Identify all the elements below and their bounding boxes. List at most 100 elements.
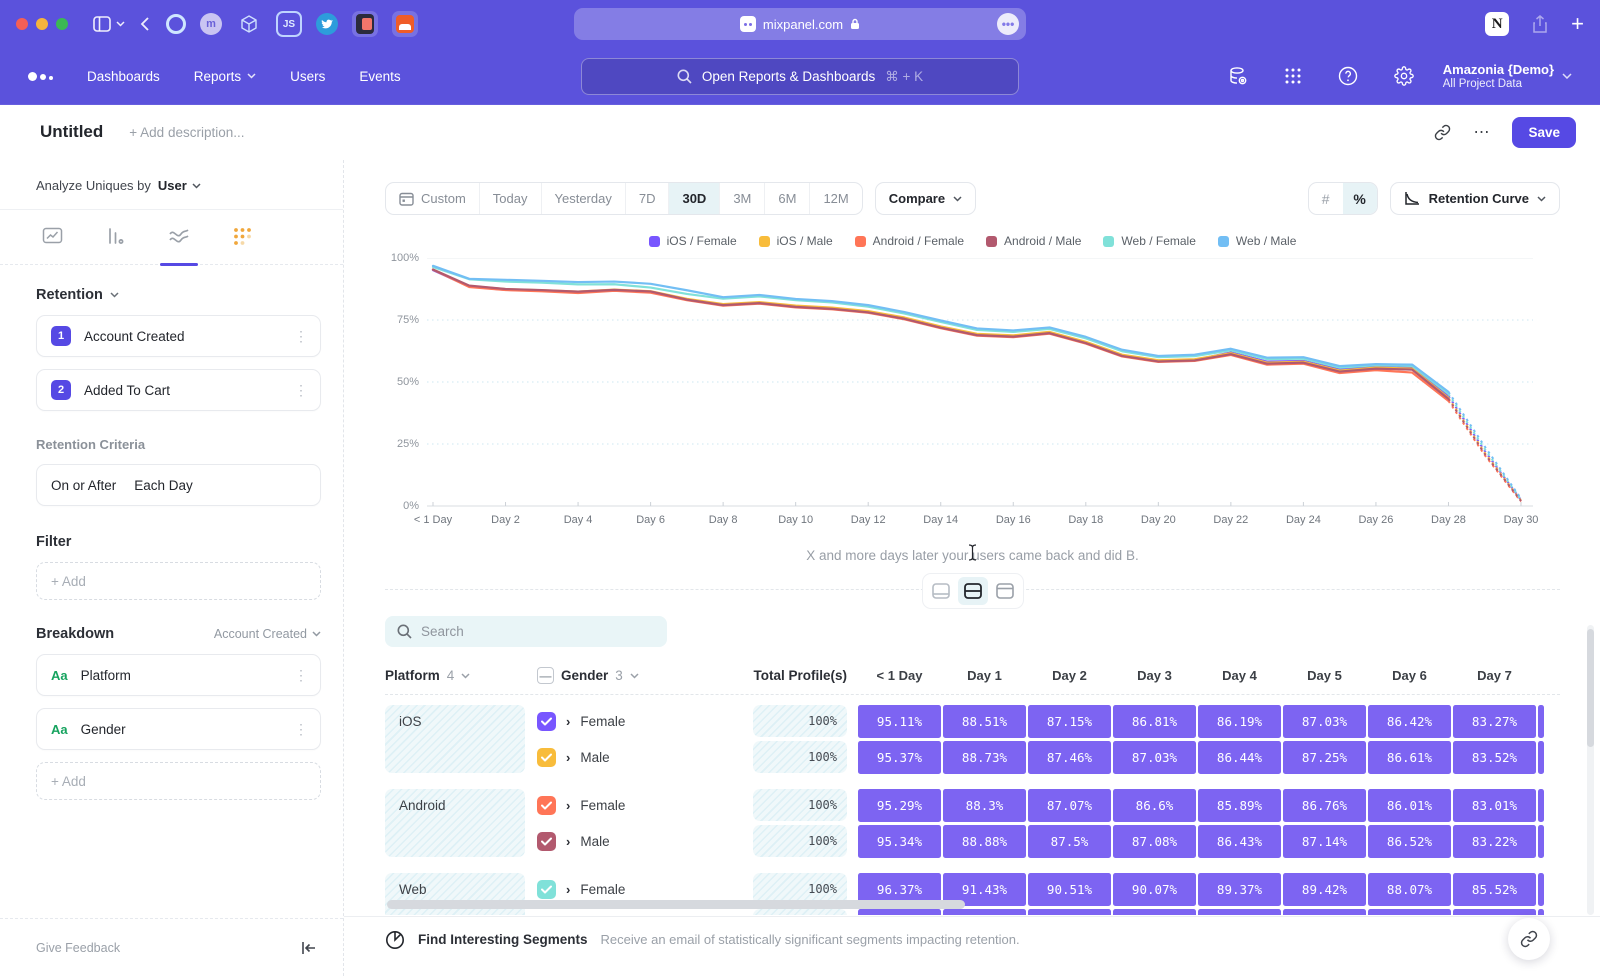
retention-value-cell[interactable]: 89.46%: [1283, 909, 1366, 916]
retention-value-cell[interactable]: 83.22%: [1453, 825, 1536, 858]
retention-value-cell[interactable]: 87.15%: [1028, 705, 1111, 738]
kebab-menu-icon[interactable]: ⋮: [294, 382, 308, 399]
collapse-sidebar-icon[interactable]: [301, 941, 317, 955]
gender-cell[interactable]: ›Male: [537, 739, 753, 775]
tab-funnels-icon[interactable]: [105, 226, 126, 252]
retention-value-cell[interactable]: 88.07%: [1368, 873, 1451, 906]
legend-item[interactable]: Web / Female: [1103, 234, 1195, 248]
settings-gear-icon[interactable]: [1394, 66, 1414, 86]
retention-value-cell[interactable]: 87.5%: [1028, 825, 1111, 858]
gender-cell[interactable]: ›Male: [537, 823, 753, 859]
gender-cell[interactable]: ›Female: [537, 703, 753, 739]
retention-value-cell[interactable]: 86.42%: [1368, 705, 1451, 738]
day-column-header[interactable]: Day 7: [1452, 668, 1537, 683]
kebab-menu-icon[interactable]: ⋮: [294, 721, 308, 738]
pinned-tab-bird-icon[interactable]: [316, 13, 338, 35]
minimize-window-button[interactable]: [36, 18, 48, 30]
platform-cell[interactable]: Android: [385, 789, 525, 857]
nav-link-events[interactable]: Events: [359, 69, 400, 84]
retention-value-cell[interactable]: 88.3%: [943, 789, 1026, 822]
retention-value-cell[interactable]: 87.14%: [1283, 825, 1366, 858]
day-column-header[interactable]: Day 1: [942, 668, 1027, 683]
retention-value-cell[interactable]: 85.67%: [1453, 909, 1536, 916]
breakdown-event-dropdown[interactable]: Account Created: [214, 627, 321, 641]
nav-link-reports[interactable]: Reports: [194, 69, 256, 84]
day-column-header[interactable]: Day 3: [1112, 668, 1197, 683]
address-bar[interactable]: mixpanel.com •••: [574, 8, 1026, 40]
kebab-menu-icon[interactable]: ⋮: [294, 328, 308, 345]
pinned-tab-m-icon[interactable]: m: [200, 13, 222, 35]
range-7d[interactable]: 7D: [626, 183, 670, 214]
retention-value-cell[interactable]: 96.84%: [858, 909, 941, 916]
retention-step-b[interactable]: 2 Added To Cart ⋮: [36, 369, 321, 411]
pinned-tab-cube-icon[interactable]: [236, 11, 262, 37]
series-checkbox[interactable]: [537, 796, 556, 815]
series-checkbox[interactable]: [537, 880, 556, 899]
close-window-button[interactable]: [16, 18, 28, 30]
breakdown-gender[interactable]: Aa Gender ⋮: [36, 708, 321, 750]
range-yesterday[interactable]: Yesterday: [542, 183, 626, 214]
retention-value-cell[interactable]: 87.08%: [1113, 825, 1196, 858]
layout-table-only-button[interactable]: [990, 577, 1020, 605]
unit-count-button[interactable]: #: [1309, 183, 1343, 214]
chevron-down-icon[interactable]: [116, 21, 125, 27]
retention-value-cell[interactable]: 87.46%: [1028, 741, 1111, 774]
sidebar-toggle-icon[interactable]: [93, 16, 111, 32]
pinned-tab-soundcloud-icon[interactable]: [392, 11, 418, 37]
report-title[interactable]: Untitled: [40, 122, 103, 142]
series-checkbox[interactable]: [537, 712, 556, 731]
retention-value-cell[interactable]: 91.41%: [943, 909, 1026, 916]
new-tab-icon[interactable]: +: [1571, 13, 1584, 35]
retention-value-cell[interactable]: 88.51%: [943, 705, 1026, 738]
zoom-window-button[interactable]: [56, 18, 68, 30]
day-column-header[interactable]: Day 5: [1282, 668, 1367, 683]
retention-value-cell[interactable]: 87.07%: [1028, 789, 1111, 822]
unit-percent-button[interactable]: %: [1343, 183, 1377, 214]
tab-retention-icon[interactable]: [232, 226, 253, 252]
back-icon[interactable]: [140, 17, 149, 31]
window-controls[interactable]: [16, 18, 68, 30]
retention-value-cell[interactable]: 86.81%: [1113, 705, 1196, 738]
platform-column-header[interactable]: Platform 4: [385, 668, 537, 683]
find-segments-title[interactable]: Find Interesting Segments: [418, 932, 588, 947]
compare-button[interactable]: Compare: [875, 182, 976, 215]
retention-value-cell[interactable]: 86.44%: [1198, 741, 1281, 774]
retention-criteria-card[interactable]: On or After Each Day: [36, 464, 321, 506]
retention-value-cell[interactable]: 90.01%: [1113, 909, 1196, 916]
range-6m[interactable]: 6M: [765, 183, 810, 214]
retention-value-cell[interactable]: 95.37%: [858, 741, 941, 774]
apps-grid-icon[interactable]: [1284, 67, 1302, 85]
give-feedback-link[interactable]: Give Feedback: [36, 941, 120, 955]
more-options-button[interactable]: ⋯: [1473, 122, 1490, 142]
retention-value-cell[interactable]: 87.03%: [1283, 705, 1366, 738]
retention-value-cell[interactable]: 86.19%: [1198, 705, 1281, 738]
retention-value-cell[interactable]: 86.6%: [1113, 789, 1196, 822]
expand-row-icon[interactable]: ›: [566, 798, 570, 813]
breakdown-platform[interactable]: Aa Platform ⋮: [36, 654, 321, 696]
platform-cell[interactable]: iOS: [385, 705, 525, 773]
kebab-menu-icon[interactable]: ⋮: [294, 667, 308, 684]
add-breakdown-button[interactable]: + Add: [36, 762, 321, 800]
range-today[interactable]: Today: [480, 183, 542, 214]
global-search-button[interactable]: Open Reports & Dashboards ⌘ + K: [581, 58, 1019, 95]
retention-value-cell[interactable]: 90.54%: [1028, 909, 1111, 916]
add-filter-button[interactable]: + Add: [36, 562, 321, 600]
mixpanel-logo-icon[interactable]: [28, 72, 53, 81]
retention-value-cell[interactable]: 95.11%: [858, 705, 941, 738]
layout-split-button[interactable]: [958, 577, 988, 605]
retention-value-cell[interactable]: 87.03%: [1113, 741, 1196, 774]
expand-row-icon[interactable]: ›: [566, 882, 570, 897]
pinned-tab-ring-icon[interactable]: [166, 14, 186, 34]
legend-item[interactable]: Android / Female: [855, 234, 964, 248]
retention-value-cell[interactable]: 95.34%: [858, 825, 941, 858]
series-checkbox[interactable]: [537, 832, 556, 851]
day-column-header[interactable]: < 1 Day: [857, 668, 942, 683]
retention-value-cell[interactable]: 86.61%: [1368, 741, 1451, 774]
tab-insights-icon[interactable]: [42, 226, 63, 252]
horizontal-scrollbar[interactable]: [387, 900, 965, 909]
account-switcher[interactable]: Amazonia {Demo} All Project Data: [1443, 62, 1572, 90]
plot-area[interactable]: [427, 258, 1533, 506]
share-icon[interactable]: [1532, 15, 1548, 33]
retention-section-header[interactable]: Retention: [36, 287, 321, 303]
layout-chart-only-button[interactable]: [926, 577, 956, 605]
